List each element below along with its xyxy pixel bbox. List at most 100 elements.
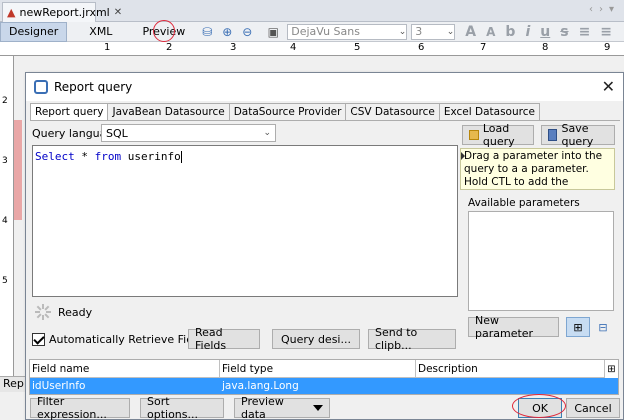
fields-table: Field name Field type Description ⊞ idUs…	[29, 359, 619, 395]
close-icon[interactable]: ✕	[114, 7, 122, 18]
query-text: *	[74, 150, 95, 163]
preview-data-button[interactable]: Preview data	[234, 395, 330, 420]
tab-xml[interactable]: XML	[81, 22, 120, 42]
auto-retrieve-checkbox[interactable]	[32, 332, 45, 346]
table-settings-icon[interactable]: ⊞	[604, 360, 618, 378]
table-row[interactable]: idUserInfo java.lang.Long	[30, 378, 618, 394]
parameter-chunk-icon[interactable]: ⊟	[592, 317, 614, 337]
parameter-hint-tooltip: Drag a parameter into the query to a a p…	[460, 148, 615, 190]
tab-label: CSV Datasource	[350, 106, 435, 118]
column-header-field-name[interactable]: Field name	[30, 360, 220, 378]
loading-spinner-icon	[34, 303, 52, 321]
load-query-label: Load query	[482, 122, 515, 148]
tab-scroll-arrows-icon[interactable]: ‹›▾	[589, 4, 620, 15]
new-parameter-button[interactable]: New parameter	[468, 314, 559, 340]
tab-designer[interactable]: Designer	[0, 21, 68, 42]
vertical-ruler: 2 3 4 5	[0, 56, 14, 376]
file-tab[interactable]: ▲ newReport.jrxml ✕	[2, 2, 122, 22]
underline-icon[interactable]: u	[540, 24, 550, 40]
report-query-icon	[34, 80, 48, 94]
auto-retrieve-row: Automatically Retrieve Fields Read Field…	[32, 326, 458, 352]
editor-tab-bar: ▲ newReport.jrxml ✕ ‹›▾	[0, 0, 624, 22]
close-icon[interactable]: ✕	[602, 77, 615, 96]
tab-xml-label: XML	[89, 25, 113, 38]
ruler-number: 5	[354, 42, 361, 53]
annotation-circle-ok-button	[512, 394, 566, 418]
chevron-down-icon: ⌄	[263, 128, 271, 138]
tab-label: JavaBean Datasource	[112, 106, 225, 118]
tab-datasource-provider[interactable]: DataSource Provider	[229, 103, 347, 121]
filter-expression-button[interactable]: Filter expression...	[30, 395, 130, 420]
save-query-button[interactable]: Save query	[541, 122, 615, 148]
sort-options-button[interactable]: Sort options...	[140, 395, 224, 420]
save-icon	[548, 129, 558, 141]
chevron-down-icon: ⌄	[398, 26, 407, 37]
text-caret	[180, 151, 182, 163]
bold-icon[interactable]: b	[505, 24, 515, 40]
file-tab-label: newReport.jrxml	[19, 6, 110, 19]
status-area: Ready	[32, 299, 458, 325]
query-editor[interactable]: Select * from userinfo	[32, 145, 458, 297]
tab-report-query[interactable]: Report query	[30, 103, 109, 121]
column-header-field-type[interactable]: Field type	[220, 360, 416, 378]
align-center-icon[interactable]: ≡	[600, 24, 612, 40]
align-left-icon[interactable]: ≡	[579, 24, 591, 40]
preview-data-label: Preview data	[241, 395, 284, 420]
database-query-icon[interactable]: ⛁	[199, 24, 215, 40]
dialog-titlebar: Report query ✕	[26, 73, 623, 101]
ruler-number: 3	[2, 156, 8, 166]
designer-toolbar: Designer XML Preview ⛁ ⊕ ⊖ ▣ DejaVu Sans…	[0, 21, 624, 42]
field-name-cell: idUserInfo	[32, 380, 86, 392]
ruler-number: 4	[290, 42, 297, 53]
annotation-circle-query-icon	[153, 20, 175, 42]
font-name-select[interactable]: DejaVu Sans ⌄	[287, 23, 408, 40]
dropdown-arrow-icon	[313, 405, 323, 411]
report-file-icon: ▲	[7, 6, 16, 19]
query-language-select[interactable]: SQL ⌄	[101, 124, 276, 142]
read-fields-button[interactable]: Read Fields	[188, 326, 260, 352]
ruler-number: 9	[604, 42, 611, 53]
chevron-down-icon: ⌄	[446, 26, 455, 37]
save-query-label: Save query	[561, 122, 594, 148]
tab-label: DataSource Provider	[233, 106, 342, 118]
font-size-select[interactable]: 3 ⌄	[411, 23, 456, 40]
ruler-number: 2	[166, 42, 173, 53]
zoom-in-icon[interactable]: ⊕	[219, 24, 235, 40]
ruler-number: 8	[542, 42, 549, 53]
zoom-out-icon[interactable]: ⊖	[239, 24, 255, 40]
font-size-value: 3	[415, 25, 423, 38]
cancel-button[interactable]: Cancel	[566, 398, 620, 418]
field-type-cell: java.lang.Long	[222, 380, 299, 392]
tab-excel-datasource[interactable]: Excel Datasource	[439, 103, 540, 121]
add-parameter-icon[interactable]: ⊞	[566, 317, 590, 337]
page-setup-icon[interactable]: ▣	[265, 24, 281, 40]
tab-javabean-datasource[interactable]: JavaBean Datasource	[108, 103, 230, 121]
decrease-font-icon[interactable]: A	[486, 25, 495, 39]
increase-font-icon[interactable]: A	[465, 24, 476, 40]
query-designer-button[interactable]: Query desi...	[272, 329, 360, 349]
horizontal-ruler: 1 2 3 4 5 6 7 8 9	[0, 42, 624, 56]
ruler-number: 7	[480, 42, 487, 53]
ruler-number: 1	[104, 42, 111, 53]
dialog-title: Report query	[54, 80, 133, 94]
query-language-value: SQL	[106, 126, 128, 140]
column-header-description[interactable]: Description	[416, 360, 605, 378]
field-description-cell	[416, 378, 606, 394]
available-parameters-list[interactable]	[468, 211, 614, 311]
ruler-number: 4	[2, 216, 8, 226]
tab-designer-label: Designer	[9, 25, 59, 38]
query-keyword: from	[94, 150, 122, 163]
strikethrough-icon[interactable]: s	[560, 24, 568, 40]
ruler-number: 6	[418, 42, 425, 53]
italic-icon[interactable]: i	[525, 24, 530, 40]
send-to-clipboard-button[interactable]: Send to clipb...	[368, 326, 456, 352]
load-query-button[interactable]: Load query	[462, 122, 534, 148]
query-text: userinfo	[121, 150, 181, 163]
status-text: Ready	[58, 305, 93, 319]
auto-retrieve-label: Automatically Retrieve Fields	[49, 332, 209, 346]
ruler-number: 5	[2, 276, 8, 286]
fields-table-header: Field name Field type Description	[30, 360, 605, 378]
dialog-tabs: Report query JavaBean Datasource DataSou…	[30, 103, 540, 121]
tab-csv-datasource[interactable]: CSV Datasource	[346, 103, 440, 121]
tab-label: Excel Datasource	[443, 106, 535, 118]
